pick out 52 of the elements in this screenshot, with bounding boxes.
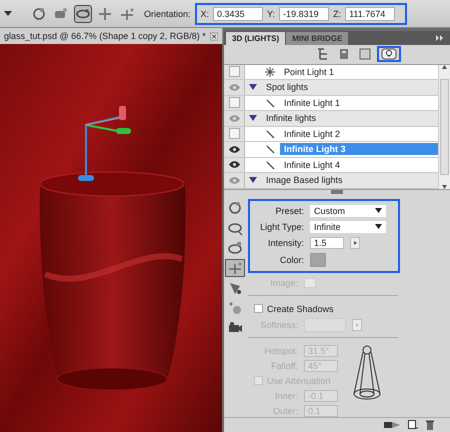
point-light-icon (265, 66, 275, 77)
right-triangle-icon[interactable] (354, 240, 356, 245)
light-item[interactable]: Infinite Light 2 (280, 128, 438, 140)
field-label: Color: (278, 255, 304, 266)
z-label: Z: (333, 8, 342, 18)
field-label: Preset: (274, 206, 304, 216)
document-tab[interactable]: glass_tut.psd @ 66.7% (Shape 1 copy 2, RGB/8) * (0, 28, 223, 44)
y-field[interactable]: -19.8319 (279, 6, 330, 20)
preset-dropdown[interactable]: Custom (310, 204, 386, 217)
checkbox-label: Create Shadows (267, 304, 334, 314)
light-arrow-icon (265, 160, 275, 170)
light-filter-icon[interactable] (380, 46, 396, 62)
expanded-triangle-icon[interactable] (249, 115, 257, 122)
x-field[interactable]: 0.3435 (213, 6, 264, 20)
light-arrow-icon (265, 128, 275, 139)
slider-arrow-button[interactable] (352, 318, 362, 331)
checkbox[interactable] (254, 304, 263, 314)
eye-icon[interactable] (228, 146, 240, 153)
slider-arrow-button[interactable] (350, 236, 360, 249)
trash-icon[interactable] (426, 420, 434, 430)
panel-tab[interactable]: 3D (LIGHTS) (226, 32, 286, 45)
options-caret-icon[interactable] (4, 11, 12, 16)
field-label: Intensity: (266, 238, 304, 248)
light-item[interactable]: Point Light 1 (280, 66, 438, 78)
scroll-up-icon[interactable] (442, 64, 447, 68)
orientation-label: Orientation: (144, 8, 191, 18)
scroll-down-icon[interactable] (442, 184, 447, 188)
field-label: Light Type: (259, 222, 304, 232)
light-arrow-icon (265, 98, 275, 108)
x-label: X: (200, 8, 210, 18)
filter-button[interactable] (376, 46, 400, 62)
resize-grip-icon[interactable] (331, 190, 343, 194)
eye-icon[interactable] (228, 161, 240, 168)
dropdown-caret-icon (375, 208, 382, 214)
light-type-dropdown[interactable]: Infinite (310, 220, 386, 233)
new-light-icon[interactable] (408, 420, 418, 430)
light-arrow-icon (265, 144, 275, 154)
spotlight-cone-drawing (352, 344, 382, 402)
z-field[interactable]: 111.7674 (345, 6, 396, 20)
dropdown-caret-icon (375, 224, 382, 230)
y-label: Y: (267, 8, 276, 18)
close-icon[interactable] (210, 32, 218, 40)
expanded-triangle-icon[interactable] (249, 177, 257, 184)
panel-menu-icon[interactable] (436, 34, 446, 42)
light-item[interactable]: Infinite Light 1 (280, 96, 438, 109)
expanded-triangle-icon[interactable] (249, 84, 257, 90)
render-icon[interactable] (384, 420, 400, 430)
color-swatch[interactable] (310, 253, 326, 268)
panel-tab[interactable]: MINI BRIDGE (286, 32, 348, 45)
scrollbar-thumb[interactable] (440, 78, 449, 174)
intensity-field[interactable]: 1.5 (310, 236, 344, 249)
light-item[interactable]: Infinite Light 4 (280, 158, 438, 171)
